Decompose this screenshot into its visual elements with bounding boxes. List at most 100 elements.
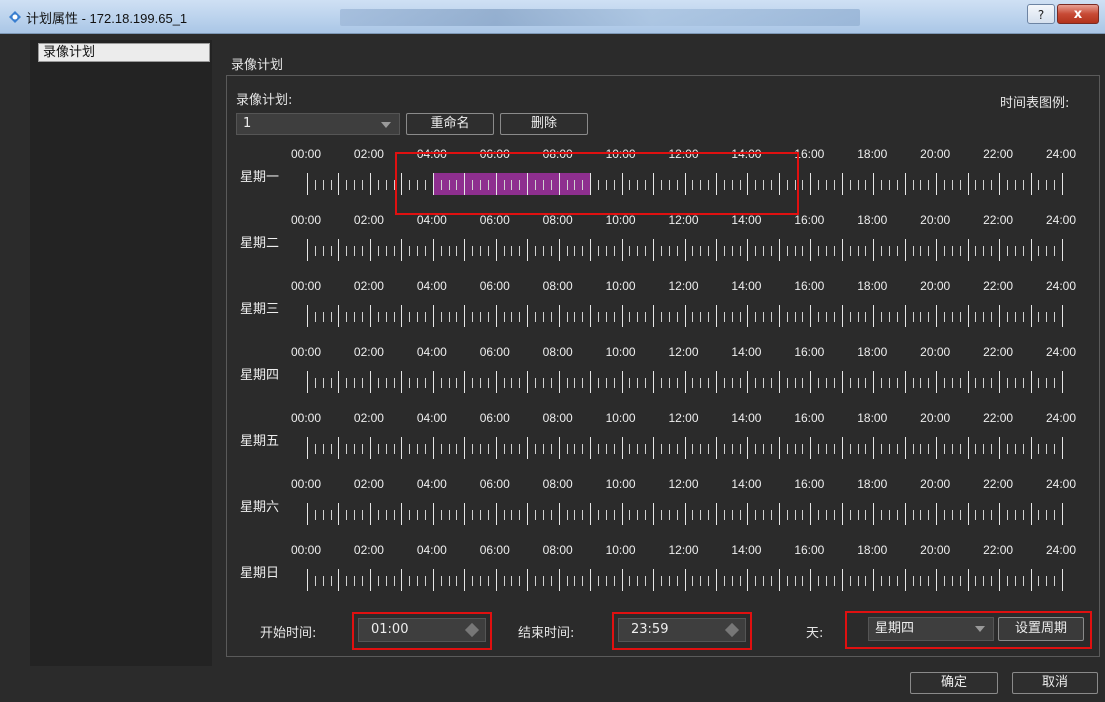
hour-tick-label: 24:00 [1046, 279, 1077, 293]
hour-tick-label: 14:00 [731, 213, 762, 227]
hour-tick-label: 18:00 [857, 543, 888, 557]
hour-tick-label: 16:00 [794, 543, 825, 557]
day-label: 星期一 [240, 170, 280, 185]
hour-tick-label: 24:00 [1046, 477, 1077, 491]
hour-tick-label: 10:00 [605, 411, 636, 425]
title-bar-background [340, 9, 860, 26]
rename-button[interactable]: 重命名 [406, 113, 494, 135]
timeline-bar[interactable] [307, 437, 1063, 459]
cancel-button[interactable]: 取消 [1012, 672, 1098, 694]
timeline-row: 星期日 00:00 02:00 04:00 06:00 08:00 10:00 12:00 14… [0, 543, 1105, 609]
hour-tick-label: 12:00 [668, 477, 699, 491]
hour-tick-label: 18:00 [857, 477, 888, 491]
hour-tick-label: 06:00 [479, 477, 510, 491]
hour-tick-label: 16:00 [794, 477, 825, 491]
hour-tick-label: 22:00 [983, 411, 1014, 425]
timeline-bar[interactable] [307, 371, 1063, 393]
hour-tick-label: 20:00 [920, 147, 951, 161]
timeline-row: 星期六 00:00 02:00 04:00 06:00 08:00 10:00 12:00 14… [0, 477, 1105, 543]
highlight-box-start-time [352, 612, 492, 650]
hour-tick-label: 16:00 [794, 345, 825, 359]
hour-tick-label: 08:00 [542, 543, 573, 557]
timeline-row: 星期五 00:00 02:00 04:00 06:00 08:00 10:00 12:00 14… [0, 411, 1105, 477]
hour-tick-label: 10:00 [605, 213, 636, 227]
timeline-ticks [307, 239, 1063, 261]
hour-tick-label: 14:00 [731, 279, 762, 293]
timeline-ticks [307, 503, 1063, 525]
hour-tick-label: 06:00 [479, 279, 510, 293]
hour-tick-label: 06:00 [479, 543, 510, 557]
hour-tick-label: 04:00 [416, 543, 447, 557]
hour-tick-label: 04:00 [416, 345, 447, 359]
schedule-select[interactable]: 1 [236, 113, 400, 135]
close-button[interactable]: x [1057, 4, 1099, 24]
hour-tick-label: 08:00 [542, 477, 573, 491]
hour-tick-label: 22:00 [983, 279, 1014, 293]
hour-tick-label: 00:00 [291, 543, 322, 557]
hour-tick-label: 06:00 [479, 345, 510, 359]
hour-tick-label: 14:00 [731, 345, 762, 359]
hour-tick-label: 00:00 [291, 147, 322, 161]
hour-tick-label: 22:00 [983, 213, 1014, 227]
timeline-ticks [307, 371, 1063, 393]
app-icon [9, 11, 21, 23]
timeline-bar[interactable] [307, 239, 1063, 261]
hour-tick-label: 02:00 [353, 279, 384, 293]
hour-tick-label: 08:00 [542, 279, 573, 293]
hour-tick-label: 14:00 [731, 411, 762, 425]
timeline-bar[interactable] [307, 503, 1063, 525]
hour-tick-label: 18:00 [857, 345, 888, 359]
hour-tick-label: 12:00 [668, 411, 699, 425]
hour-tick-label: 16:00 [794, 279, 825, 293]
hour-tick-label: 02:00 [353, 543, 384, 557]
highlight-box-monday-range [395, 152, 799, 215]
day-label: 星期四 [240, 368, 280, 383]
help-button[interactable]: ? [1027, 4, 1055, 24]
hour-tick-label: 20:00 [920, 279, 951, 293]
timeline-row: 星期二 00:00 02:00 04:00 06:00 08:00 10:00 12:00 14… [0, 213, 1105, 279]
hour-tick-label: 20:00 [920, 543, 951, 557]
ok-button[interactable]: 确定 [910, 672, 998, 694]
hour-tick-label: 02:00 [353, 411, 384, 425]
hour-tick-label: 10:00 [605, 543, 636, 557]
hour-tick-label: 10:00 [605, 345, 636, 359]
hour-tick-label: 20:00 [920, 477, 951, 491]
timeline-row: 星期三 00:00 02:00 04:00 06:00 08:00 10:00 12:00 14… [0, 279, 1105, 345]
chevron-down-icon [381, 122, 391, 128]
hour-tick-label: 16:00 [794, 213, 825, 227]
timeline-bar[interactable] [307, 305, 1063, 327]
hour-tick-label: 00:00 [291, 477, 322, 491]
window-title: 计划属性 - 172.18.199.65_1 [26, 11, 188, 26]
hour-tick-label: 08:00 [542, 345, 573, 359]
hour-tick-label: 12:00 [668, 345, 699, 359]
hour-tick-label: 00:00 [291, 411, 322, 425]
timeline-bar[interactable] [307, 569, 1063, 591]
hour-tick-label: 20:00 [920, 411, 951, 425]
day-label: 星期日 [240, 566, 280, 581]
hour-tick-label: 18:00 [857, 147, 888, 161]
hour-tick-label: 20:00 [920, 345, 951, 359]
hour-tick-label: 16:00 [794, 411, 825, 425]
delete-button[interactable]: 删除 [500, 113, 588, 135]
legend-label: 时间表图例: [1000, 96, 1070, 111]
hour-tick-label: 06:00 [479, 411, 510, 425]
highlight-box-end-time [612, 612, 752, 650]
hour-tick-label: 04:00 [416, 477, 447, 491]
hour-tick-label: 22:00 [983, 477, 1014, 491]
schedule-label: 录像计划: [236, 93, 293, 108]
day-label: 星期二 [240, 236, 280, 251]
hour-tick-label: 08:00 [542, 411, 573, 425]
timeline-ticks [307, 569, 1063, 591]
hour-tick-label: 00:00 [291, 213, 322, 227]
hour-tick-label: 12:00 [668, 543, 699, 557]
day-label: 星期三 [240, 302, 280, 317]
timeline-ticks [307, 305, 1063, 327]
highlight-box-day-period [845, 611, 1092, 649]
hour-tick-label: 04:00 [416, 411, 447, 425]
hour-tick-label: 00:00 [291, 345, 322, 359]
sidebar-item-record-schedule[interactable]: 录像计划 [38, 43, 210, 62]
hour-tick-label: 10:00 [605, 279, 636, 293]
panel-title: 录像计划 [231, 58, 284, 73]
title-bar: 计划属性 - 172.18.199.65_1 ? x [0, 0, 1105, 34]
hour-tick-label: 04:00 [416, 213, 447, 227]
